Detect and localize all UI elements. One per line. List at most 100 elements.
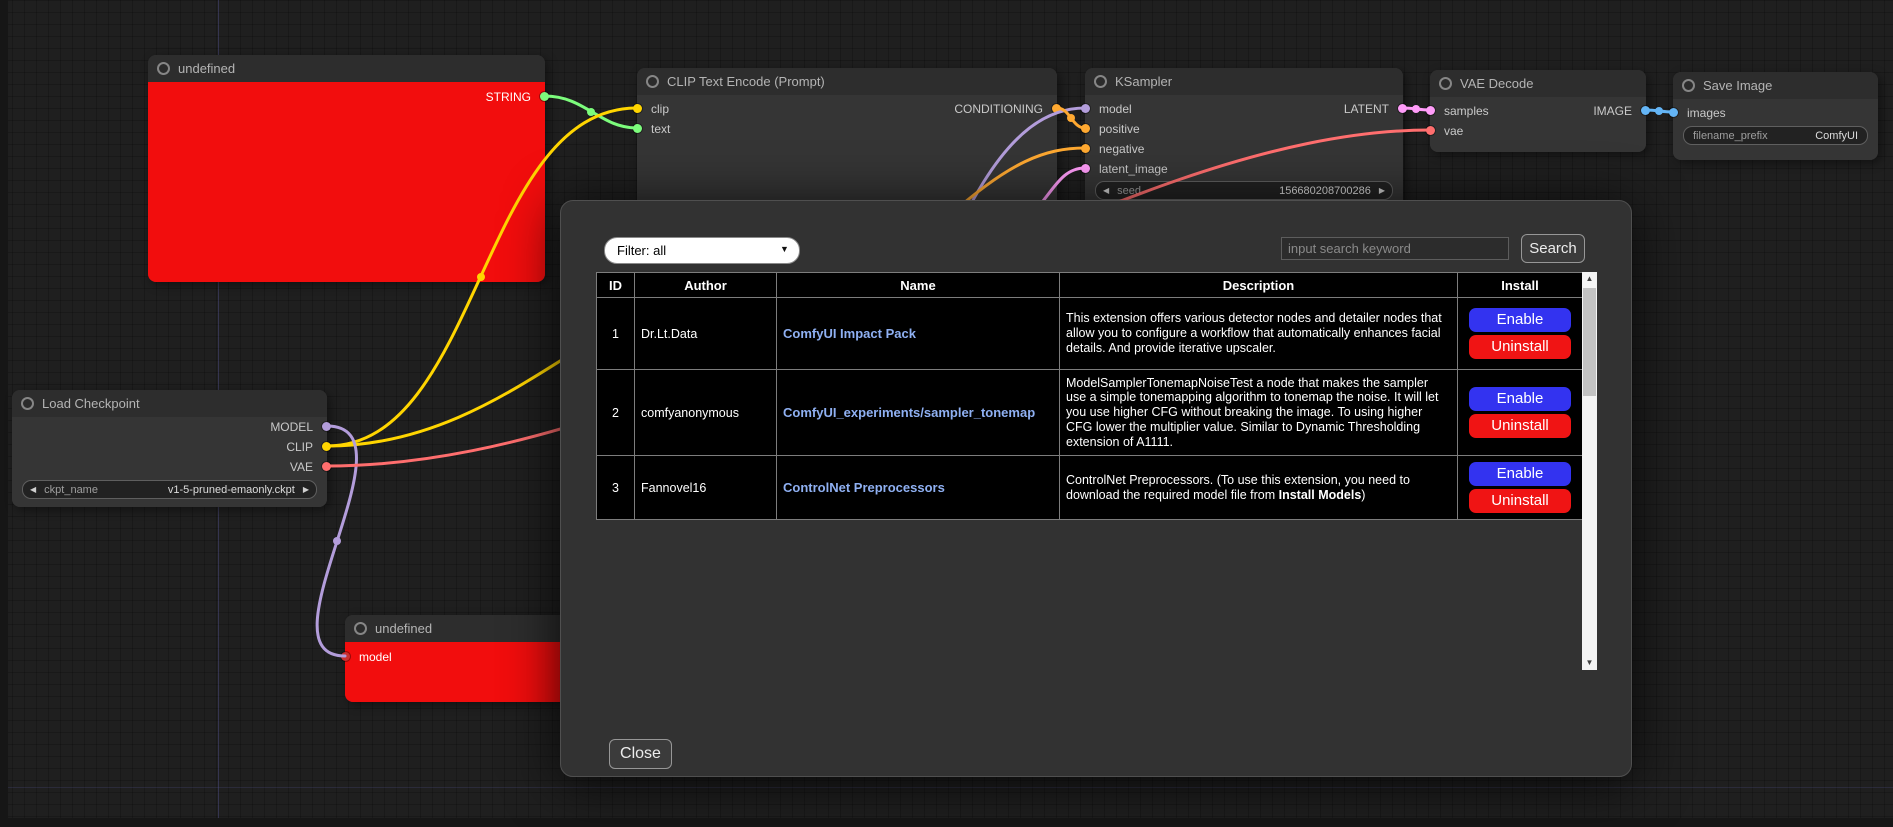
collapse-dot-icon[interactable] bbox=[646, 75, 659, 88]
widget-label: seed bbox=[1117, 185, 1141, 197]
output-slot-label: VAE bbox=[290, 457, 313, 477]
filename-prefix-widget[interactable]: filename_prefix ComfyUI bbox=[1683, 126, 1868, 145]
search-input[interactable] bbox=[1281, 237, 1509, 260]
collapse-dot-icon[interactable] bbox=[354, 622, 367, 635]
description-bold-text: Install Models bbox=[1279, 488, 1362, 502]
extension-author: comfyanonymous bbox=[635, 370, 777, 456]
node-body: images filename_prefix ComfyUI bbox=[1673, 99, 1878, 160]
column-header-author: Author bbox=[635, 273, 777, 298]
node-title-bar[interactable]: VAE Decode bbox=[1430, 70, 1646, 97]
input-slot-label: vae bbox=[1444, 121, 1463, 141]
input-pin-model[interactable] bbox=[341, 652, 350, 661]
node-clip-text-encode[interactable]: CLIP Text Encode (Prompt) clip text COND… bbox=[637, 68, 1057, 208]
input-slot-label: negative bbox=[1099, 139, 1144, 159]
scrollbar-thumb[interactable] bbox=[1583, 288, 1596, 396]
node-body: clip text CONDITIONING bbox=[637, 95, 1057, 208]
node-save-image[interactable]: Save Image images filename_prefix ComfyU… bbox=[1673, 72, 1878, 160]
input-slot-label: model bbox=[359, 647, 392, 667]
graph-canvas[interactable]: undefined STRING CLIP Text Encode (Promp… bbox=[0, 0, 1893, 827]
widget-value: 156680208700286 bbox=[1279, 185, 1371, 197]
input-slot-label: latent_image bbox=[1099, 159, 1168, 179]
widget-label: filename_prefix bbox=[1693, 130, 1768, 142]
input-pin-positive[interactable] bbox=[1081, 124, 1090, 133]
table-row: 3 Fannovel16 ControlNet Preprocessors Co… bbox=[597, 456, 1583, 520]
output-pin-string[interactable] bbox=[540, 92, 549, 101]
collapse-dot-icon[interactable] bbox=[1439, 77, 1452, 90]
decrement-arrow-icon[interactable]: ◀ bbox=[1103, 182, 1109, 199]
ckpt-name-widget[interactable]: ◀ ckpt_name v1-5-pruned-emaonly.ckpt ▶ bbox=[22, 480, 317, 499]
input-pin-images[interactable] bbox=[1669, 108, 1678, 117]
enable-button[interactable]: Enable bbox=[1469, 387, 1571, 411]
output-pin-model[interactable] bbox=[322, 422, 331, 431]
output-slot-label: CONDITIONING bbox=[954, 99, 1043, 119]
node-load-checkpoint[interactable]: Load Checkpoint MODEL CLIP VAE ◀ ckpt_na… bbox=[12, 390, 327, 507]
node-title: Load Checkpoint bbox=[42, 396, 140, 411]
input-slot-label: positive bbox=[1099, 119, 1140, 139]
canvas-axis-horizontal bbox=[8, 787, 1893, 788]
input-pin-negative[interactable] bbox=[1081, 144, 1090, 153]
node-vae-decode[interactable]: VAE Decode samples vae IMAGE bbox=[1430, 70, 1646, 152]
previous-arrow-icon[interactable]: ◀ bbox=[30, 481, 36, 498]
collapse-dot-icon[interactable] bbox=[157, 62, 170, 75]
increment-arrow-icon[interactable]: ▶ bbox=[1379, 182, 1385, 199]
node-title-bar[interactable]: Save Image bbox=[1673, 72, 1878, 99]
output-slot-label: LATENT bbox=[1344, 99, 1389, 119]
seed-widget[interactable]: ◀ seed 156680208700286 ▶ bbox=[1095, 181, 1393, 200]
uninstall-button[interactable]: Uninstall bbox=[1469, 414, 1571, 438]
node-title: KSampler bbox=[1115, 74, 1172, 89]
node-undefined-top[interactable]: undefined STRING bbox=[148, 55, 545, 282]
extension-name-link[interactable]: ComfyUI_experiments/sampler_tonemap bbox=[783, 405, 1035, 420]
filter-select[interactable]: Filter: all bbox=[604, 237, 800, 264]
input-pin-vae[interactable] bbox=[1426, 126, 1435, 135]
extension-author: Fannovel16 bbox=[635, 456, 777, 520]
extension-id: 3 bbox=[597, 456, 635, 520]
canvas-edge-bottom bbox=[0, 818, 1893, 827]
extension-description: ControlNet Preprocessors. (To use this e… bbox=[1060, 456, 1458, 520]
uninstall-button[interactable]: Uninstall bbox=[1469, 489, 1571, 513]
collapse-dot-icon[interactable] bbox=[1682, 79, 1695, 92]
output-slot-label: STRING bbox=[486, 87, 531, 107]
node-body: model bbox=[345, 642, 585, 702]
input-pin-latent-image[interactable] bbox=[1081, 164, 1090, 173]
node-body: STRING bbox=[148, 82, 545, 282]
node-title: CLIP Text Encode (Prompt) bbox=[667, 74, 825, 89]
extension-name-link[interactable]: ComfyUI Impact Pack bbox=[783, 326, 916, 341]
canvas-edge-left bbox=[0, 0, 8, 827]
wire-midpoint-dot bbox=[1412, 105, 1420, 113]
node-title: Save Image bbox=[1703, 78, 1772, 93]
output-slot-label: IMAGE bbox=[1593, 101, 1632, 121]
extension-author: Dr.Lt.Data bbox=[635, 298, 777, 370]
input-pin-text[interactable] bbox=[633, 124, 642, 133]
search-button[interactable]: Search bbox=[1521, 234, 1585, 263]
table-scrollbar[interactable]: ▲ ▼ bbox=[1582, 272, 1597, 670]
extension-name-link[interactable]: ControlNet Preprocessors bbox=[783, 480, 945, 495]
close-button[interactable]: Close bbox=[609, 739, 672, 769]
node-undefined-bottom[interactable]: undefined model bbox=[345, 615, 585, 702]
node-title-bar[interactable]: undefined bbox=[148, 55, 545, 82]
output-pin-vae[interactable] bbox=[322, 462, 331, 471]
extension-manager-dialog: Filter: all ▼ Search ID Author Name Desc… bbox=[560, 200, 1632, 777]
output-pin-conditioning[interactable] bbox=[1052, 104, 1061, 113]
output-slot-label: MODEL bbox=[270, 417, 313, 437]
node-title-bar[interactable]: undefined bbox=[345, 615, 585, 642]
uninstall-button[interactable]: Uninstall bbox=[1469, 335, 1571, 359]
scroll-up-icon[interactable]: ▲ bbox=[1582, 272, 1597, 286]
collapse-dot-icon[interactable] bbox=[1094, 75, 1107, 88]
node-title-bar[interactable]: KSampler bbox=[1085, 68, 1403, 95]
enable-button[interactable]: Enable bbox=[1469, 308, 1571, 332]
wire-string-to-text bbox=[545, 96, 637, 128]
output-pin-image[interactable] bbox=[1641, 106, 1650, 115]
node-title-bar[interactable]: CLIP Text Encode (Prompt) bbox=[637, 68, 1057, 95]
column-header-id: ID bbox=[597, 273, 635, 298]
enable-button[interactable]: Enable bbox=[1469, 462, 1571, 486]
scroll-down-icon[interactable]: ▼ bbox=[1582, 656, 1597, 670]
output-pin-latent[interactable] bbox=[1398, 104, 1407, 113]
next-arrow-icon[interactable]: ▶ bbox=[303, 481, 309, 498]
node-ksampler[interactable]: KSampler model positive negative latent_… bbox=[1085, 68, 1403, 208]
collapse-dot-icon[interactable] bbox=[21, 397, 34, 410]
input-slot-label: text bbox=[651, 119, 670, 139]
output-pin-clip[interactable] bbox=[322, 442, 331, 451]
extension-description: This extension offers various detector n… bbox=[1060, 298, 1458, 370]
node-title-bar[interactable]: Load Checkpoint bbox=[12, 390, 327, 417]
column-header-description: Description bbox=[1060, 273, 1458, 298]
